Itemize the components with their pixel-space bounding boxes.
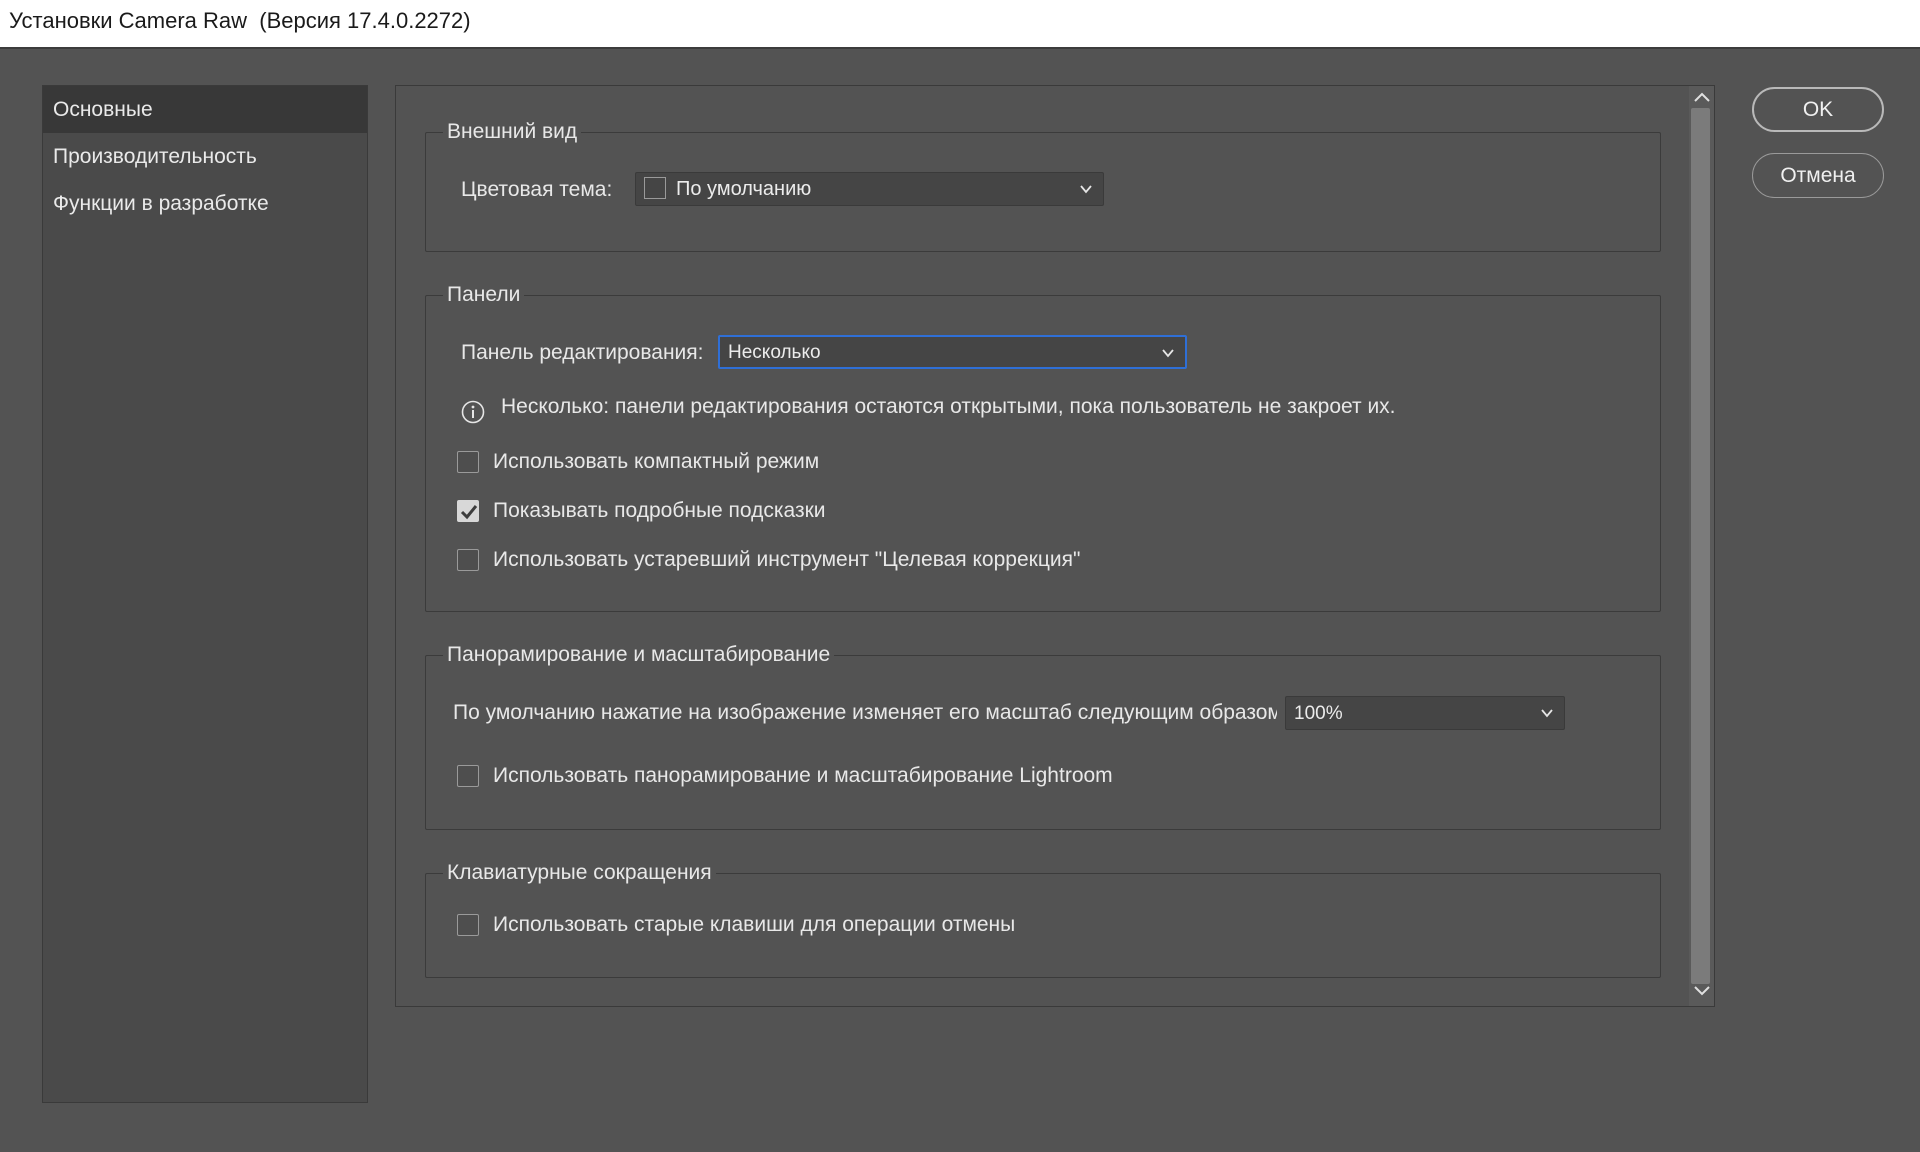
appearance-legend: Внешний вид: [447, 120, 578, 143]
color-theme-value: По умолчанию: [676, 178, 812, 200]
compact-mode-checkbox[interactable]: [457, 451, 479, 473]
titlebar-divider: [0, 47, 1920, 49]
legacy-undo-keys-checkbox[interactable]: [457, 914, 479, 936]
info-icon: [461, 400, 485, 424]
chevron-down-icon: [1541, 709, 1553, 718]
detailed-tooltips-checkbox[interactable]: [457, 500, 479, 522]
scroll-down-icon[interactable]: [1691, 982, 1712, 1000]
edit-panel-dropdown[interactable]: Несколько: [718, 335, 1187, 369]
edit-panel-label: Панель редактирования:: [461, 341, 704, 364]
chevron-down-icon: [1080, 185, 1092, 194]
default-zoom-dropdown[interactable]: 100%: [1285, 696, 1565, 730]
panels-legend: Панели: [447, 283, 521, 306]
sidebar-item-technology-previews[interactable]: Функции в разработке: [43, 180, 367, 227]
pan-zoom-legend: Панорамирование и масштабирование: [447, 643, 831, 666]
edit-panel-info-text: Несколько: панели редактирования остаютс…: [501, 395, 1396, 418]
default-zoom-value: 100%: [1294, 703, 1343, 724]
checkmark-icon: [460, 505, 478, 520]
pan-zoom-group: Панорамирование и масштабирование: [425, 643, 1661, 830]
color-theme-label: Цветовая тема:: [461, 178, 613, 201]
cancel-button[interactable]: Отмена: [1752, 153, 1884, 198]
default-click-label: По умолчанию нажатие на изображение изме…: [453, 701, 1277, 724]
compact-mode-label: Использовать компактный режим: [493, 450, 820, 473]
edit-panel-value: Несколько: [728, 342, 821, 363]
scroll-up-icon[interactable]: [1691, 88, 1712, 106]
sidebar-item-general[interactable]: Основные: [43, 86, 367, 133]
keyboard-shortcuts-legend: Клавиатурные сокращения: [447, 861, 712, 884]
legacy-targeted-adjustment-checkbox[interactable]: [457, 549, 479, 571]
chevron-down-icon: [1162, 349, 1174, 358]
detailed-tooltips-label: Показывать подробные подсказки: [493, 499, 826, 522]
lightroom-pan-zoom-checkbox[interactable]: [457, 765, 479, 787]
sidebar-item-performance[interactable]: Производительность: [43, 133, 367, 180]
sidebar: Основные Производительность Функции в ра…: [42, 85, 368, 1103]
legacy-undo-keys-label: Использовать старые клавиши для операции…: [493, 913, 1016, 936]
lightroom-pan-zoom-label: Использовать панорамирование и масштабир…: [493, 764, 1113, 787]
scrollbar-thumb[interactable]: [1691, 108, 1710, 984]
color-theme-dropdown[interactable]: По умолчанию: [635, 172, 1104, 206]
theme-swatch-icon: [644, 177, 666, 200]
legacy-targeted-adjustment-label: Использовать устаревший инструмент "Целе…: [493, 548, 1081, 571]
window-title: Установки Camera Raw (Версия 17.4.0.2272…: [0, 0, 1920, 49]
ok-button[interactable]: OK: [1752, 87, 1884, 132]
